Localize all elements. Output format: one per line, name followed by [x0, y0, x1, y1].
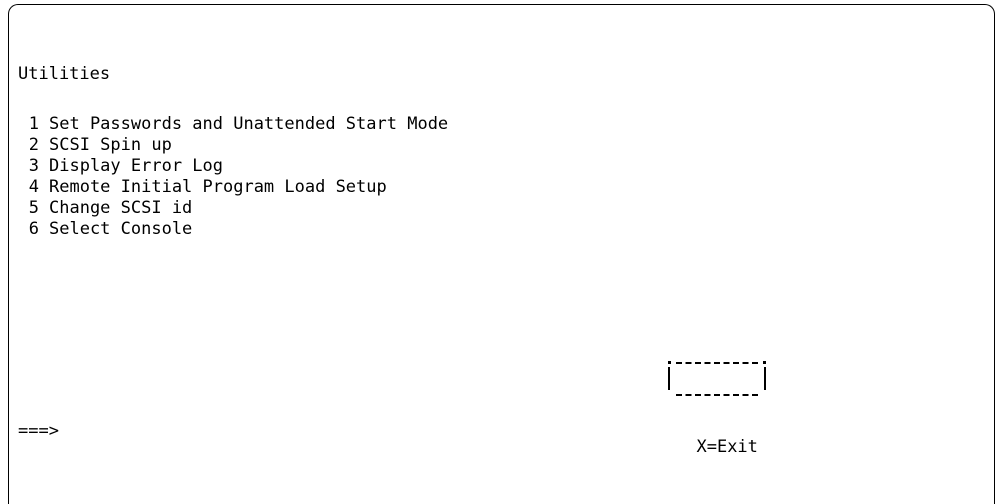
- menu-item-label: Set Passwords and Unattended Start Mode: [49, 114, 449, 134]
- command-input[interactable]: [58, 421, 465, 442]
- box-corner-dot: [762, 361, 766, 364]
- command-prompt-row: ===>: [18, 421, 465, 442]
- menu-item-number: 2: [28, 135, 39, 155]
- menu-item-label: Select Console: [49, 219, 193, 239]
- menu-item-set-passwords[interactable]: 1 Set Passwords and Unattended Start Mode: [18, 114, 448, 135]
- menu-item-number: 5: [28, 198, 39, 218]
- menu-item-select-console[interactable]: 6 Select Console: [18, 219, 448, 240]
- menu-item-scsi-spin-up[interactable]: 2 SCSI Spin up: [18, 135, 448, 156]
- menu-item-label: Remote Initial Program Load Setup: [49, 177, 387, 197]
- exit-label: X=Exit: [696, 437, 758, 457]
- utilities-menu: 1 Set Passwords and Unattended Start Mode…: [18, 114, 448, 240]
- menu-item-number: 1: [28, 114, 39, 134]
- menu-item-display-error-log[interactable]: 3 Display Error Log: [18, 156, 448, 177]
- menu-item-number: 6: [28, 219, 39, 239]
- menu-item-change-scsi-id[interactable]: 5 Change SCSI id: [18, 198, 448, 219]
- menu-item-number: 3: [28, 156, 39, 176]
- menu-item-label: SCSI Spin up: [49, 135, 172, 155]
- menu-item-label: Change SCSI id: [49, 198, 193, 218]
- exit-button[interactable]: X=Exit: [668, 361, 766, 457]
- box-corner-dot: [668, 361, 671, 364]
- menu-item-label: Display Error Log: [49, 156, 223, 176]
- command-prompt: ===>: [18, 421, 59, 441]
- menu-item-remote-ipl-setup[interactable]: 4 Remote Initial Program Load Setup: [18, 177, 448, 198]
- page-title: Utilities: [18, 64, 111, 84]
- menu-item-number: 4: [28, 177, 39, 197]
